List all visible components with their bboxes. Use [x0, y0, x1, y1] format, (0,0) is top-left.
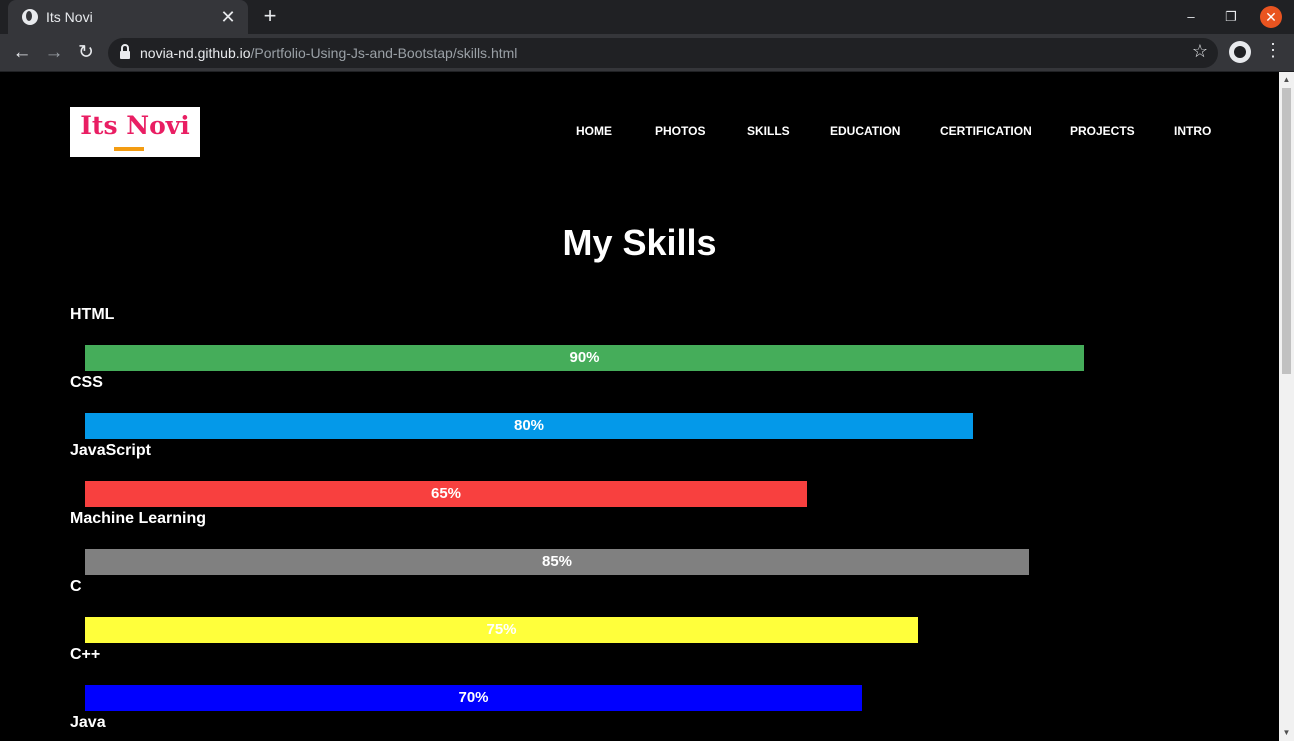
- nav-photos[interactable]: PHOTOS: [655, 124, 705, 138]
- site-nav: HOME PHOTOS SKILLS EDUCATION CERTIFICATI…: [560, 124, 1230, 144]
- bookmark-star-icon[interactable]: ☆: [1189, 41, 1211, 62]
- nav-projects[interactable]: PROJECTS: [1070, 124, 1135, 138]
- url-path: /Portfolio-Using-Js-and-Bootstap/skills.…: [250, 45, 518, 61]
- reload-button[interactable]: ↻: [73, 41, 99, 65]
- skill-bar-machine-learning: 85%: [85, 549, 1029, 575]
- back-button[interactable]: ←: [9, 41, 35, 65]
- skill-label-machine-learning: Machine Learning: [70, 510, 207, 527]
- url-host: novia-nd.github.io: [140, 45, 251, 61]
- skill-label-javascript: JavaScript: [70, 442, 151, 459]
- kebab-menu-icon[interactable]: ⋮: [1264, 40, 1282, 61]
- skill-bar-javascript: 65%: [85, 481, 807, 507]
- skill-bar-html: 90%: [85, 345, 1084, 371]
- skill-bar-c: 75%: [85, 617, 918, 643]
- scroll-down-arrow-icon[interactable]: ▼: [1279, 727, 1294, 739]
- page-content: Its Novi HOME PHOTOS SKILLS EDUCATION CE…: [0, 72, 1279, 741]
- lock-icon[interactable]: [120, 44, 130, 60]
- scroll-up-arrow-icon[interactable]: ▲: [1279, 74, 1294, 86]
- skill-label-cpp: C++: [70, 646, 101, 663]
- address-bar[interactable]: novia-nd.github.io/Portfolio-Using-Js-an…: [108, 38, 1218, 68]
- url-text[interactable]: novia-nd.github.io/Portfolio-Using-Js-an…: [140, 45, 517, 61]
- scroll-thumb[interactable]: [1282, 88, 1291, 374]
- close-tab-icon[interactable]: ✕: [218, 7, 238, 27]
- skill-bar-css: 80%: [85, 413, 973, 439]
- maximize-window-button[interactable]: ❐: [1220, 6, 1242, 28]
- logo-text: Its Novi: [80, 111, 190, 140]
- skill-label-css: CSS: [70, 374, 103, 391]
- skill-label-java: Java: [70, 714, 106, 731]
- new-tab-button[interactable]: +: [258, 4, 282, 28]
- browser-toolbar: ← → ↻ novia-nd.github.io/Portfolio-Using…: [0, 34, 1294, 72]
- nav-skills[interactable]: SKILLS: [747, 124, 790, 138]
- tab-title: Its Novi: [46, 9, 93, 25]
- browser-tab[interactable]: Its Novi ✕: [8, 0, 248, 34]
- skill-bar-cpp: 70%: [85, 685, 862, 711]
- minimize-window-button[interactable]: –: [1180, 6, 1202, 28]
- close-window-button[interactable]: ✕: [1260, 6, 1282, 28]
- skill-label-html: HTML: [70, 306, 115, 323]
- forward-button[interactable]: →: [41, 41, 67, 65]
- nav-home[interactable]: HOME: [576, 124, 612, 138]
- globe-icon: [22, 9, 38, 25]
- nav-intro[interactable]: INTRO: [1174, 124, 1211, 138]
- profile-icon[interactable]: [1229, 41, 1251, 63]
- nav-education[interactable]: EDUCATION: [830, 124, 900, 138]
- page-title: My Skills: [562, 222, 717, 263]
- nav-certification[interactable]: CERTIFICATION: [940, 124, 1032, 138]
- skill-label-c: C: [70, 578, 82, 595]
- page-scrollbar[interactable]: ▲ ▼: [1279, 72, 1294, 741]
- tab-strip: Its Novi ✕ + – ❐ ✕: [0, 0, 1294, 34]
- logo-underline: [114, 147, 144, 151]
- site-logo[interactable]: Its Novi: [70, 107, 200, 157]
